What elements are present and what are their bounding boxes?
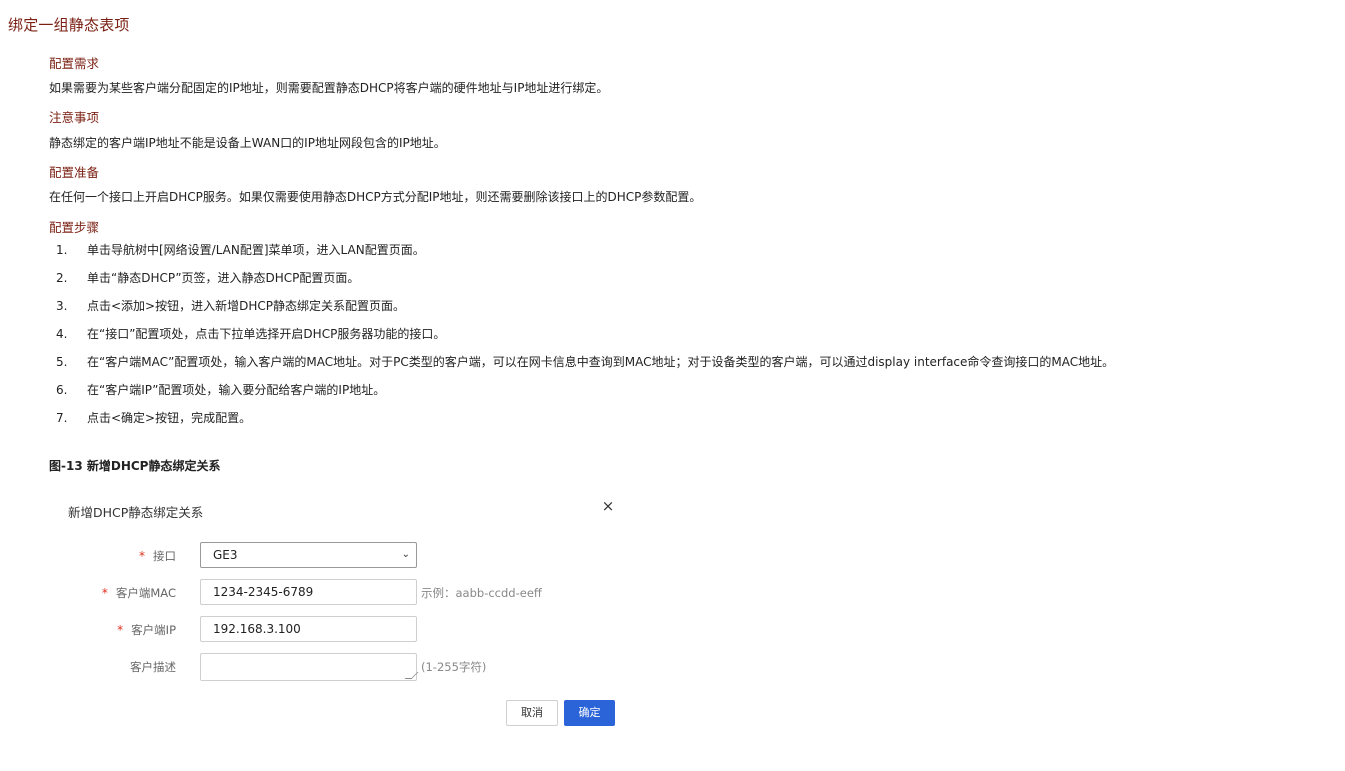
interface-label-text: 接口 — [153, 549, 176, 563]
required-mark: * — [101, 586, 108, 600]
step-text: 单击导航树中[网络设置/LAN配置]菜单项，进入LAN配置页面。 — [87, 243, 425, 257]
section-heading-requirement: 配置需求 — [49, 56, 100, 71]
step-number: 3. — [56, 299, 68, 313]
step-text: 单击“静态DHCP”页签，进入静态DHCP配置页面。 — [87, 271, 360, 285]
dialog-footer: 取消 确定 — [52, 700, 630, 728]
mac-label: * 客户端MAC — [102, 585, 176, 601]
mac-hint: 示例：aabb-ccdd-eeff — [421, 586, 542, 600]
ip-row: * 客户端IP 192.168.3.100 — [52, 616, 630, 644]
step-text: 在“接口”配置项处，点击下拉单选择开启DHCP服务器功能的接口。 — [87, 327, 446, 341]
section-text-notice: 静态绑定的客户端IP地址不能是设备上WAN口的IP地址网段包含的IP地址。 — [49, 136, 446, 150]
cancel-button[interactable]: 取消 — [506, 700, 558, 726]
step-number: 4. — [56, 327, 68, 341]
close-icon[interactable]: × — [600, 498, 616, 514]
section-text-preparation: 在任何一个接口上开启DHCP服务。如果仅需要使用静态DHCP方式分配IP地址，则… — [49, 190, 702, 204]
confirm-button[interactable]: 确定 — [564, 700, 615, 726]
description-row: 客户描述 (1-255字符) — [52, 653, 630, 681]
ip-label: * 客户端IP — [117, 622, 176, 638]
chevron-down-icon: ⌄ — [401, 549, 410, 560]
mac-label-text: 客户端MAC — [115, 586, 176, 600]
figure-caption: 图-13 新增DHCP静态绑定关系 — [49, 459, 221, 473]
step-text: 点击<确定>按钮，完成配置。 — [87, 411, 252, 425]
page: 绑定一组静态表项 配置需求 如果需要为某些客户端分配固定的IP地址，则需要配置静… — [0, 0, 1345, 771]
interface-select-value: GE3 — [213, 548, 238, 562]
section-heading-notice: 注意事项 — [49, 110, 100, 125]
step-text: 点击<添加>按钮，进入新增DHCP静态绑定关系配置页面。 — [87, 299, 405, 313]
dialog-title: 新增DHCP静态绑定关系 — [68, 505, 204, 520]
description-hint: (1-255字符) — [421, 660, 487, 674]
mac-input[interactable]: 1234-2345-6789 — [200, 579, 417, 605]
step-number: 6. — [56, 383, 68, 397]
step-number: 7. — [56, 411, 68, 425]
step-text: 在“客户端MAC”配置项处，输入客户端的MAC地址。对于PC类型的客户端，可以在… — [87, 355, 1115, 369]
interface-select[interactable]: GE3 ⌄ — [200, 542, 417, 568]
step-text: 在“客户端IP”配置项处，输入要分配给客户端的IP地址。 — [87, 383, 386, 397]
step-number: 2. — [56, 271, 68, 285]
resize-grip-icon[interactable] — [404, 672, 419, 679]
interface-label: * 接口 — [139, 548, 176, 564]
ip-input[interactable]: 192.168.3.100 — [200, 616, 417, 642]
step-number: 5. — [56, 355, 68, 369]
section-heading-preparation: 配置准备 — [49, 165, 100, 180]
required-mark: * — [139, 549, 145, 563]
page-title: 绑定一组静态表项 — [8, 16, 130, 34]
description-textarea[interactable] — [200, 653, 419, 681]
description-label: 客户描述 — [130, 660, 176, 674]
section-heading-steps: 配置步骤 — [49, 220, 100, 235]
interface-row: * 接口 GE3 ⌄ — [52, 542, 630, 570]
mac-row: * 客户端MAC 1234-2345-6789 示例：aabb-ccdd-eeff — [52, 579, 630, 607]
required-mark: * — [117, 623, 124, 637]
add-dhcp-binding-dialog: 新增DHCP静态绑定关系 × * 接口 GE3 ⌄ * 客户端MAC 1234-23… — [52, 490, 630, 740]
step-number: 1. — [56, 243, 68, 257]
section-text-requirement: 如果需要为某些客户端分配固定的IP地址，则需要配置静态DHCP将客户端的硬件地址… — [49, 81, 609, 95]
ip-label-text: 客户端IP — [131, 623, 176, 637]
